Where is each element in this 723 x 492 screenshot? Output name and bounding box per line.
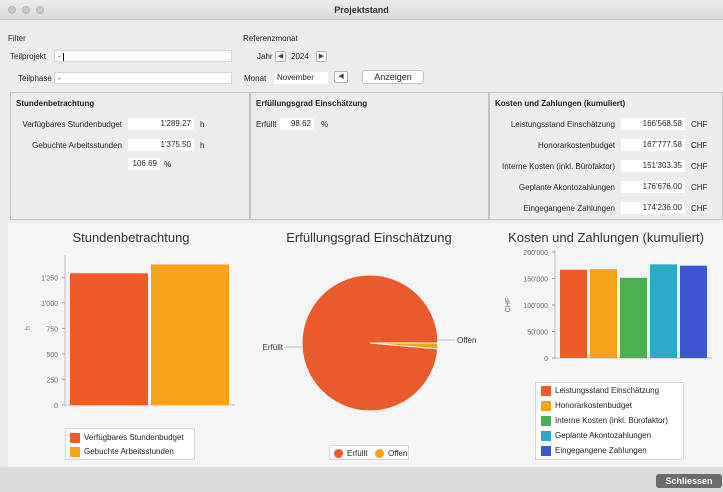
budget-value: 1'289.27	[128, 118, 194, 130]
kosten-row-label: Geplante Akontozahlungen	[518, 183, 615, 192]
legend-swatch	[541, 401, 551, 411]
kosten-panel	[489, 92, 723, 220]
kosten-row-unit: CHF	[691, 141, 708, 150]
monat-field[interactable]: November	[274, 72, 328, 84]
legend-swatch	[541, 431, 551, 441]
year-prev-button[interactable]: ◀	[275, 51, 286, 62]
legend-item: Eingegangene Zahlungen	[541, 446, 647, 456]
kosten-row-label: Interne Kosten (inkl. Bürofaktor)	[502, 162, 615, 171]
window-title: Projektstand	[334, 5, 389, 15]
kosten-row-label: Leistungsstand Einschätzung	[510, 120, 615, 129]
kosten-row-value: 167'777.58	[621, 139, 685, 151]
legend-item: Verfügbares Stundenbudget	[70, 433, 184, 443]
gebucht-unit: h	[200, 141, 205, 150]
kosten-row-unit: CHF	[691, 183, 708, 192]
year-next-button[interactable]: ▶	[316, 51, 327, 62]
legend-item: Honorarkostenbudget	[541, 401, 632, 411]
legend-swatch	[70, 447, 80, 457]
legend-item: Interne Kosten (inkl. Bürofaktor)	[541, 416, 668, 426]
kosten-legend: Leistungsstand Einschätzung Honorarkosten…	[535, 382, 684, 460]
legend-swatch	[541, 446, 551, 456]
budget-unit: h	[200, 120, 205, 129]
referenzmonat-label: Referenzmonat	[243, 34, 298, 43]
erfuellt-unit: %	[321, 120, 329, 129]
budget-label: Verfügbares Stundenbudget	[22, 120, 122, 129]
jahr-value: 2024	[291, 52, 309, 61]
month-prev-button[interactable]: ◀	[334, 71, 348, 83]
kosten-row-value: 166'568.58	[621, 118, 685, 130]
legend-item: Geplante Akontozahlungen	[541, 431, 651, 441]
kosten-row-value: 174'236.00	[621, 202, 685, 214]
erfuellung-legend: Erfüllt Offen	[329, 445, 409, 460]
teilphase-field[interactable]: -	[54, 72, 232, 84]
stunden-legend: Verfügbares Stundenbudget Gebuchte Arbei…	[65, 428, 195, 460]
stunden-panel-title: Stundenbetrachtung	[16, 99, 95, 108]
kosten-row-label: Honorarkostenbudget	[538, 141, 615, 150]
prozent-value: 106.69	[128, 158, 160, 170]
kosten-row-label: Eingegangene Zahlungen	[523, 204, 615, 213]
erfuellt-value: 98.62	[280, 118, 314, 130]
kosten-row-unit: CHF	[691, 120, 708, 129]
erfuellung-chart-title: Erfüllungsgrad Einschätzung	[286, 230, 452, 245]
legend-item: Offen	[375, 449, 407, 459]
close-button[interactable]: Schliessen	[656, 474, 722, 488]
filter-label: Filter	[8, 34, 26, 43]
kosten-row-value: 176'676.00	[621, 181, 685, 193]
teilprojekt-label: Teilprojekt	[10, 52, 47, 61]
legend-swatch	[375, 449, 384, 459]
kosten-row-unit: CHF	[691, 162, 708, 171]
stunden-panel	[10, 92, 250, 220]
jahr-label: Jahr	[257, 52, 273, 61]
erfuellung-panel	[250, 92, 489, 220]
kosten-row-value: 151'303.35	[621, 160, 685, 172]
footer-bar	[0, 467, 723, 492]
erfuellung-panel-title: Erfüllungsgrad Einschätzung	[256, 99, 368, 108]
legend-swatch	[334, 449, 343, 459]
prozent-unit: %	[164, 160, 172, 169]
legend-swatch	[541, 386, 551, 396]
anzeigen-button[interactable]: Anzeigen	[362, 70, 424, 84]
erfuellt-label: Erfüllt	[256, 120, 277, 129]
window: Projektstand Filter Teilprojekt - Teilph…	[0, 0, 723, 492]
gebucht-label: Gebuchte Arbeitsstunden	[32, 141, 122, 150]
gebucht-value: 1'375.50	[128, 139, 194, 151]
legend-swatch	[541, 416, 551, 426]
kosten-row-unit: CHF	[691, 204, 708, 213]
title-bar: Projektstand	[0, 0, 723, 20]
legend-item: Erfüllt	[334, 449, 367, 459]
legend-item: Gebuchte Arbeitsstunden	[70, 447, 174, 457]
legend-swatch	[70, 433, 80, 443]
stunden-chart-title: Stundenbetrachtung	[72, 230, 190, 245]
legend-item: Leistungsstand Einschätzung	[541, 386, 659, 396]
kosten-panel-title: Kosten und Zahlungen (kumuliert)	[495, 99, 626, 108]
teilprojekt-field[interactable]: -	[54, 50, 232, 62]
monat-label: Monat	[244, 74, 267, 83]
teilphase-label: Teilphase	[18, 74, 52, 83]
kosten-chart-title: Kosten und Zahlungen (kumuliert)	[508, 230, 704, 245]
